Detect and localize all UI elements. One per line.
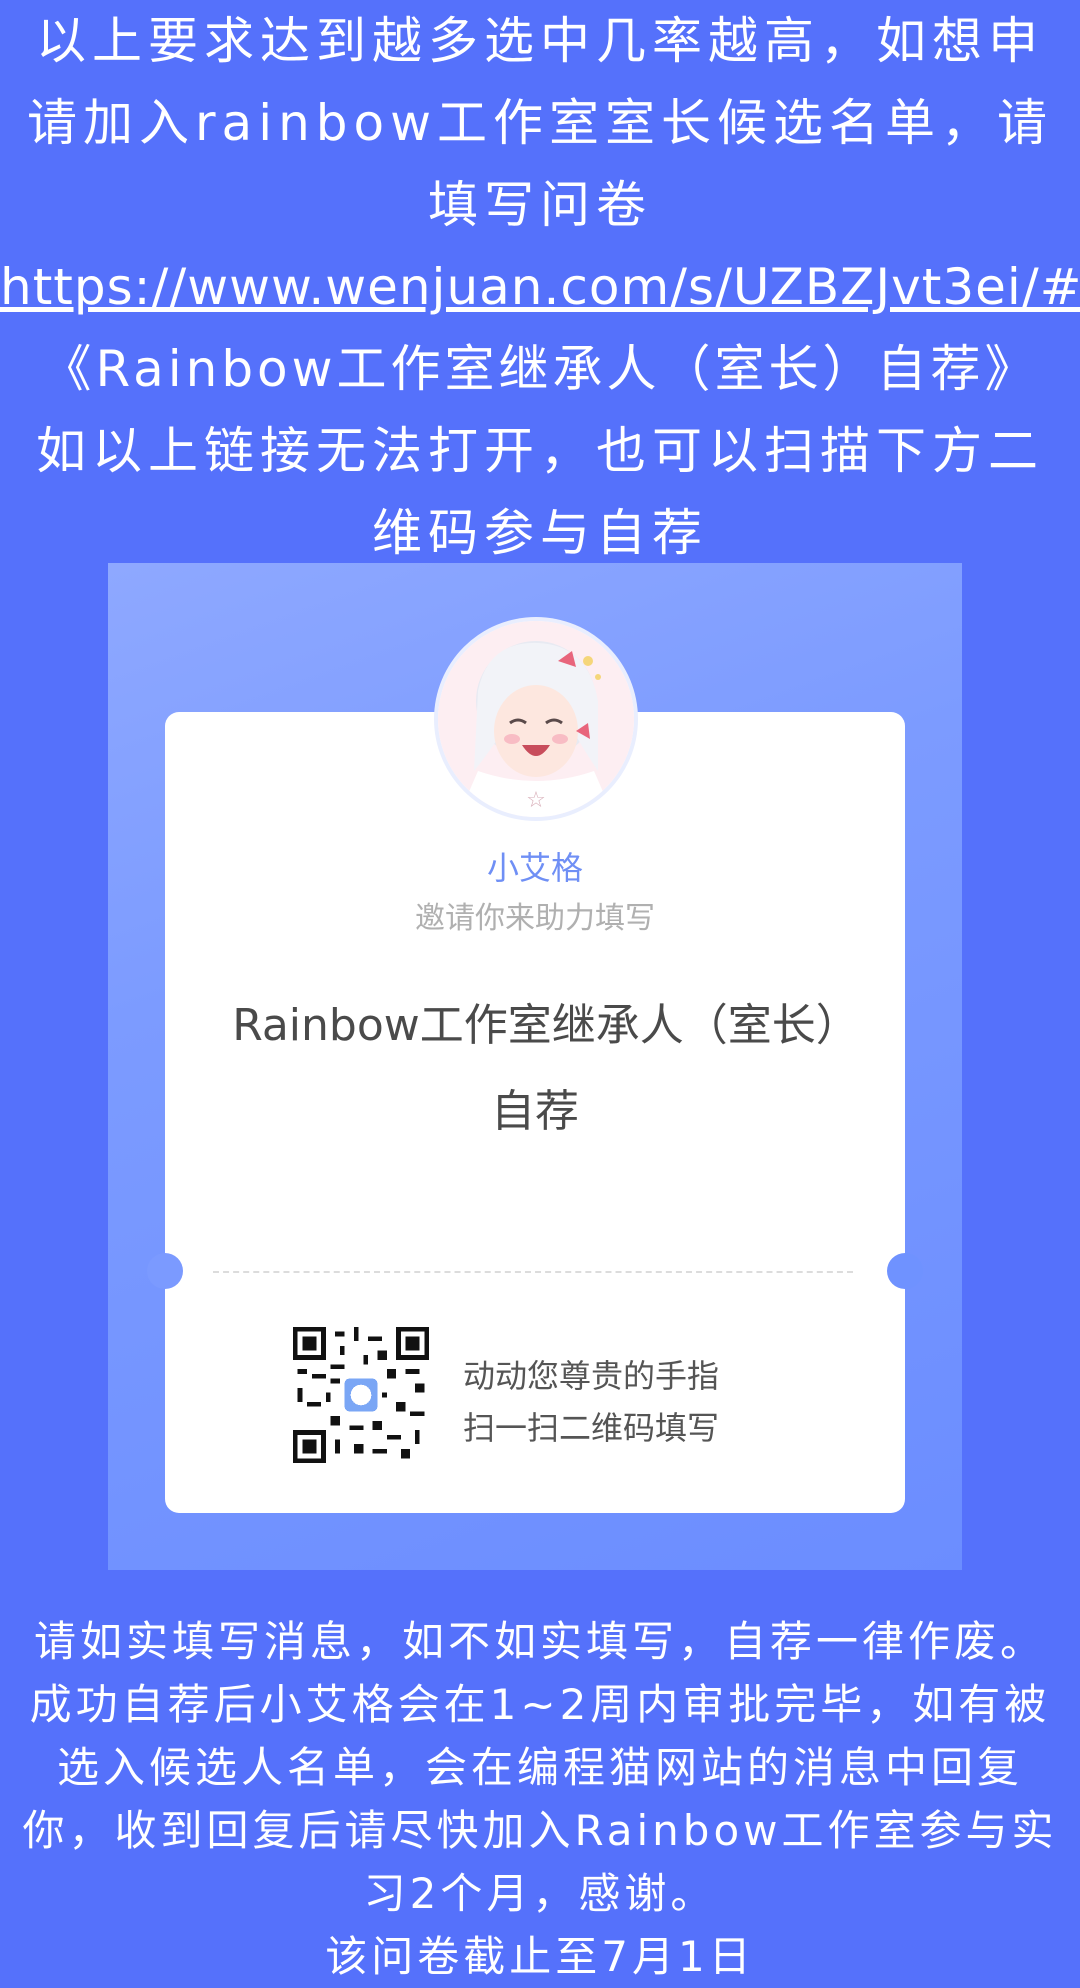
ticket-notch-right <box>887 1253 923 1289</box>
svg-text:☆: ☆ <box>526 788 546 813</box>
dashed-divider <box>213 1271 853 1273</box>
qr-caption-line2: 扫一扫二维码填写 <box>463 1409 720 1447</box>
intro-section: 以上要求达到越多选中几率越高，如想申请加入rainbow工作室室长候选名单，请填… <box>0 0 1080 574</box>
survey-reference: 《Rainbow工作室继承人（室长）自荐》 <box>41 340 1039 398</box>
survey-title: Rainbow工作室继承人（室长）自荐 <box>232 1000 838 1137</box>
qr-hint-text: 如以上链接无法打开，也可以扫描下方二维码参与自荐 <box>36 422 1044 562</box>
avatar-illustration: ☆ <box>438 621 634 817</box>
requirement-text: 以上要求达到越多选中几率越高，如想申请加入rainbow工作室室长候选名单，请填… <box>27 12 1053 234</box>
qr-code-graphic <box>293 1327 429 1463</box>
survey-poster: ☆ 小艾格 邀请你来助力填写 Rainbow工作室继承人（室长）自荐 动动您尊贵… <box>108 563 962 1570</box>
ticket-notch-left <box>147 1253 183 1289</box>
survey-link[interactable]: https://www.wenjuan.com/s/UZBZJvt3ei/# <box>0 246 1080 328</box>
deadline-text: 该问卷截止至7月1日 <box>325 1932 755 1981</box>
inviter-name: 小艾格 <box>486 849 583 887</box>
outro-section: 请如实填写消息，如不如实填写，自荐一律作废。成功自荐后小艾格会在1~2周内审批完… <box>12 1610 1068 1988</box>
qr-code-icon[interactable] <box>293 1327 429 1463</box>
qr-caption-line1: 动动您尊贵的手指 <box>463 1357 720 1395</box>
anime-girl-avatar: ☆ <box>438 621 634 817</box>
notice-text: 请如实填写消息，如不如实填写，自荐一律作废。成功自荐后小艾格会在1~2周内审批完… <box>22 1617 1058 1918</box>
invite-subtitle: 邀请你来助力填写 <box>415 901 655 936</box>
